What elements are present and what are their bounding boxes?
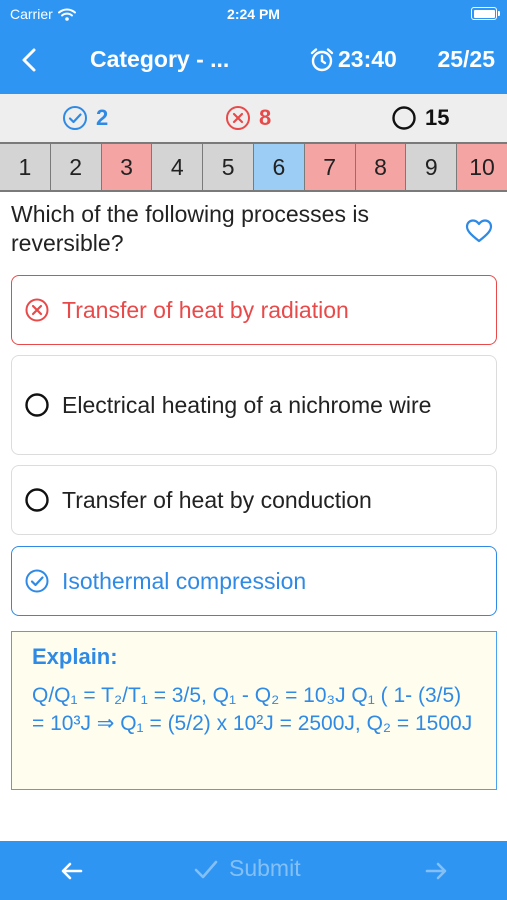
- answer-option-label: Transfer of heat by conduction: [62, 486, 372, 513]
- correct-count: 2: [62, 105, 108, 131]
- submit-label: Submit: [229, 855, 301, 881]
- x-circle-icon: [226, 106, 250, 130]
- answer-option-2[interactable]: Electrical heating of a nichrome wire: [11, 355, 497, 455]
- question-nav-item-1[interactable]: 1: [0, 144, 51, 190]
- status-bar: Carrier 2:24 PM: [0, 0, 507, 28]
- x-circle-icon: [25, 298, 49, 322]
- page-title: Category - ...: [90, 46, 230, 72]
- timer-value: 23:40: [338, 46, 397, 72]
- empty-circle-icon: [392, 106, 416, 130]
- radio-empty-icon: [25, 393, 49, 417]
- battery-icon: [471, 7, 500, 20]
- question-nav-item-7[interactable]: 7: [304, 144, 356, 190]
- answer-option-label: Electrical heating of a nichrome wire: [62, 391, 432, 418]
- alarm-clock-icon: [310, 47, 334, 71]
- question-nav-item-4[interactable]: 4: [152, 144, 204, 190]
- back-button[interactable]: [14, 44, 46, 76]
- check-circle-icon: [25, 569, 49, 593]
- unanswered-count: 15: [391, 105, 449, 131]
- previous-arrow-button[interactable]: [56, 855, 88, 887]
- question-nav-item-3[interactable]: 3: [101, 144, 153, 190]
- question-text: Which of the following processes is reve…: [11, 201, 369, 256]
- answer-option-1[interactable]: Transfer of heat by radiation: [11, 275, 497, 345]
- bottom-toolbar: Submit: [0, 841, 507, 900]
- answer-option-label: Isothermal compression: [62, 567, 307, 594]
- wrong-count: 8: [225, 105, 271, 131]
- question-nav-item-10[interactable]: 10: [457, 144, 507, 190]
- submit-button[interactable]: Submit: [193, 855, 301, 882]
- app-header: Carrier 2:24 PM Category - ... 23:40 25/…: [0, 0, 507, 94]
- question-nav-item-8[interactable]: 8: [355, 144, 407, 190]
- question-nav-item-6[interactable]: 6: [253, 144, 305, 190]
- score-summary: 2 8 15: [0, 94, 507, 142]
- wrong-count-value: 8: [259, 105, 272, 130]
- check-circle-icon: [63, 106, 87, 130]
- explanation-title: Explain:: [32, 644, 118, 669]
- correct-count-value: 2: [96, 105, 109, 130]
- question-nav-item-5[interactable]: 5: [203, 144, 254, 190]
- question-progress: 25/25: [437, 46, 495, 72]
- question-navigator: 1 2 3 4 5 6 7 8 9 10: [0, 142, 507, 192]
- answer-option-3[interactable]: Transfer of heat by conduction: [11, 465, 497, 535]
- question-nav-item-2[interactable]: 2: [50, 144, 102, 190]
- explanation-text: Q/Q₁ = T₂/T₁ = 3/5, Q₁ - Q₂ = 10₃J Q₁ ( …: [32, 684, 473, 735]
- checkmark-icon: [194, 860, 218, 878]
- next-arrow-button[interactable]: [420, 855, 452, 887]
- question-nav-item-9[interactable]: 9: [406, 144, 458, 190]
- explanation-panel: Explain: Q/Q₁ = T₂/T₁ = 3/5, Q₁ - Q₂ = 1…: [11, 631, 497, 790]
- status-time: 2:24 PM: [227, 6, 280, 22]
- unanswered-count-value: 15: [425, 105, 450, 130]
- navigation-bar: Category - ... 23:40 25/25: [0, 38, 507, 82]
- favorite-heart-button[interactable]: [465, 218, 493, 244]
- answer-option-label: Transfer of heat by radiation: [62, 296, 349, 323]
- quiz-timer: 23:40: [309, 46, 397, 73]
- radio-empty-icon: [25, 488, 49, 512]
- answer-option-4[interactable]: Isothermal compression: [11, 546, 497, 616]
